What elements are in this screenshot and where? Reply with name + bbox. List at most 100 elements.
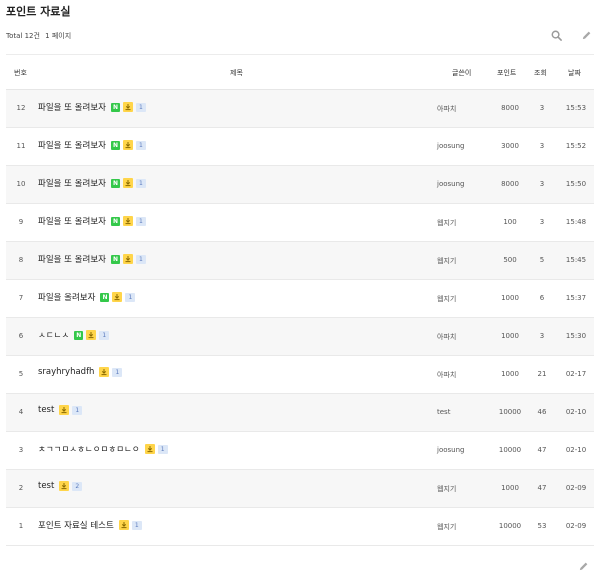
post-title-link[interactable]: test xyxy=(38,481,54,491)
table-row[interactable]: 12 파일을 또 올려보자 N 1 아파치 8000 3 15:53 xyxy=(6,90,594,128)
post-point: 10000 xyxy=(498,408,522,416)
post-point: 8000 xyxy=(501,180,519,188)
table-row[interactable]: 10 파일을 또 올려보자 N 1 joosung 8000 3 15:50 xyxy=(6,166,594,204)
post-date: 15:50 xyxy=(565,180,587,188)
post-title-link[interactable]: 포인트 자료실 테스트 xyxy=(38,519,114,531)
post-point: 10000 xyxy=(498,446,522,454)
post-date: 15:52 xyxy=(565,142,587,150)
table-row[interactable]: 7 파일을 올려보자 N 1 웹지기 1000 6 15:37 xyxy=(6,280,594,318)
post-author[interactable]: 아파치 xyxy=(437,332,456,342)
table-row[interactable]: 1 포인트 자료실 테스트 1 웹지기 10000 53 02-09 xyxy=(6,508,594,546)
page-indicator: 1 페이지 xyxy=(45,32,72,40)
comment-count-badge: 1 xyxy=(135,216,146,226)
pencil-icon xyxy=(582,31,590,39)
search-button[interactable] xyxy=(550,29,562,41)
post-date: 15:53 xyxy=(565,104,587,112)
table-row[interactable]: 11 파일을 또 올려보자 N 1 joosung 3000 3 15:52 xyxy=(6,128,594,166)
post-title-link[interactable]: ㅅㄷㄴㅅ xyxy=(38,329,69,341)
post-title-link[interactable]: 파일을 또 올려보자 xyxy=(38,101,106,113)
post-author[interactable]: 웹지기 xyxy=(437,256,456,266)
post-number: 4 xyxy=(18,408,24,416)
post-number: 6 xyxy=(18,332,24,340)
post-author[interactable]: 웹지기 xyxy=(437,522,456,532)
post-views: 3 xyxy=(539,104,545,112)
post-author[interactable]: 웹지기 xyxy=(437,218,456,228)
new-badge: N xyxy=(110,216,120,226)
post-views: 5 xyxy=(539,256,545,264)
new-badge: N xyxy=(110,102,120,112)
header-views[interactable]: 조회 xyxy=(534,68,547,78)
post-author[interactable]: 웹지기 xyxy=(437,484,456,494)
post-date: 02-09 xyxy=(565,484,587,492)
post-title-cell: 파일을 또 올려보자 N 1 xyxy=(38,253,146,265)
post-title-link[interactable]: 파일을 또 올려보자 xyxy=(38,253,106,265)
comment-count-badge: 1 xyxy=(112,367,123,377)
post-title-link[interactable]: 파일을 또 올려보자 xyxy=(38,215,106,227)
write-button-bottom[interactable] xyxy=(578,557,590,571)
new-badge: N xyxy=(110,254,120,264)
post-title-link[interactable]: 파일을 또 올려보자 xyxy=(38,139,106,151)
post-point: 1000 xyxy=(501,332,519,340)
post-author[interactable]: joosung xyxy=(437,142,464,150)
search-icon xyxy=(551,30,562,41)
comment-count-badge: 1 xyxy=(135,140,146,150)
post-date: 15:37 xyxy=(565,294,587,302)
post-number: 2 xyxy=(18,484,24,492)
download-icon xyxy=(86,330,97,340)
table-row[interactable]: 2 test 2 웹지기 1000 47 02-09 xyxy=(6,470,594,508)
post-title-cell: 파일을 또 올려보자 N 1 xyxy=(38,139,146,151)
post-point: 3000 xyxy=(501,142,519,150)
header-author[interactable]: 글쓴이 xyxy=(452,68,471,78)
post-point: 100 xyxy=(503,218,517,226)
post-date: 15:45 xyxy=(565,256,587,264)
comment-count-badge: 1 xyxy=(131,520,142,530)
post-title-cell: 파일을 올려보자 N 1 xyxy=(38,291,136,303)
post-author[interactable]: 아파치 xyxy=(437,104,456,114)
post-title-cell: test 1 xyxy=(38,405,83,415)
post-title-cell: srayhryhadfh 1 xyxy=(38,367,123,377)
post-author[interactable]: 웹지기 xyxy=(437,294,456,304)
post-title-link[interactable]: ㅊㄱㄱㅁㅅㅎㄴㅇㅁㅎㅁㄴㅇ xyxy=(38,443,140,455)
post-title-cell: 파일을 또 올려보자 N 1 xyxy=(38,177,146,189)
post-title-link[interactable]: test xyxy=(38,405,54,415)
post-views: 46 xyxy=(537,408,547,416)
post-title-link[interactable]: 파일을 올려보자 xyxy=(38,291,95,303)
post-author[interactable]: joosung xyxy=(437,180,464,188)
header-point[interactable]: 포인트 xyxy=(497,68,516,78)
download-icon xyxy=(122,140,133,150)
table-row[interactable]: 6 ㅅㄷㄴㅅ N 1 아파치 1000 3 15:30 xyxy=(6,318,594,356)
post-number: 1 xyxy=(18,522,24,530)
table-row[interactable]: 3 ㅊㄱㄱㅁㅅㅎㄴㅇㅁㅎㅁㄴㅇ 1 joosung 10000 47 02-10 xyxy=(6,432,594,470)
post-author[interactable]: test xyxy=(437,408,450,416)
post-number: 7 xyxy=(18,294,24,302)
post-views: 3 xyxy=(539,180,545,188)
download-icon xyxy=(112,292,123,302)
post-title-link[interactable]: srayhryhadfh xyxy=(38,367,94,377)
post-views: 3 xyxy=(539,142,545,150)
table-row[interactable]: 9 파일을 또 올려보자 N 1 웹지기 100 3 15:48 xyxy=(6,204,594,242)
post-title-cell: test 2 xyxy=(38,481,83,491)
post-title-link[interactable]: 파일을 또 올려보자 xyxy=(38,177,106,189)
post-author[interactable]: 아파치 xyxy=(437,370,456,380)
post-views: 6 xyxy=(539,294,545,302)
post-author[interactable]: joosung xyxy=(437,446,464,454)
post-date: 02-10 xyxy=(565,446,587,454)
table-row[interactable]: 4 test 1 test 10000 46 02-10 xyxy=(6,394,594,432)
table-row[interactable]: 5 srayhryhadfh 1 아파치 1000 21 02-17 xyxy=(6,356,594,394)
post-number: 12 xyxy=(16,104,26,112)
post-title-cell: ㅊㄱㄱㅁㅅㅎㄴㅇㅁㅎㅁㄴㅇ 1 xyxy=(38,443,168,455)
post-views: 3 xyxy=(539,218,545,226)
comment-count-badge: 1 xyxy=(135,178,146,188)
post-date: 15:30 xyxy=(565,332,587,340)
header-date[interactable]: 날짜 xyxy=(568,68,581,78)
write-button[interactable] xyxy=(580,29,592,41)
post-views: 21 xyxy=(537,370,547,378)
post-point: 8000 xyxy=(501,104,519,112)
download-icon xyxy=(99,367,110,377)
comment-count-badge: 1 xyxy=(135,254,146,264)
post-number: 3 xyxy=(18,446,24,454)
table-row[interactable]: 8 파일을 또 올려보자 N 1 웹지기 500 5 15:45 xyxy=(6,242,594,280)
post-date: 02-09 xyxy=(565,522,587,530)
post-date: 02-17 xyxy=(565,370,587,378)
download-icon xyxy=(122,178,133,188)
